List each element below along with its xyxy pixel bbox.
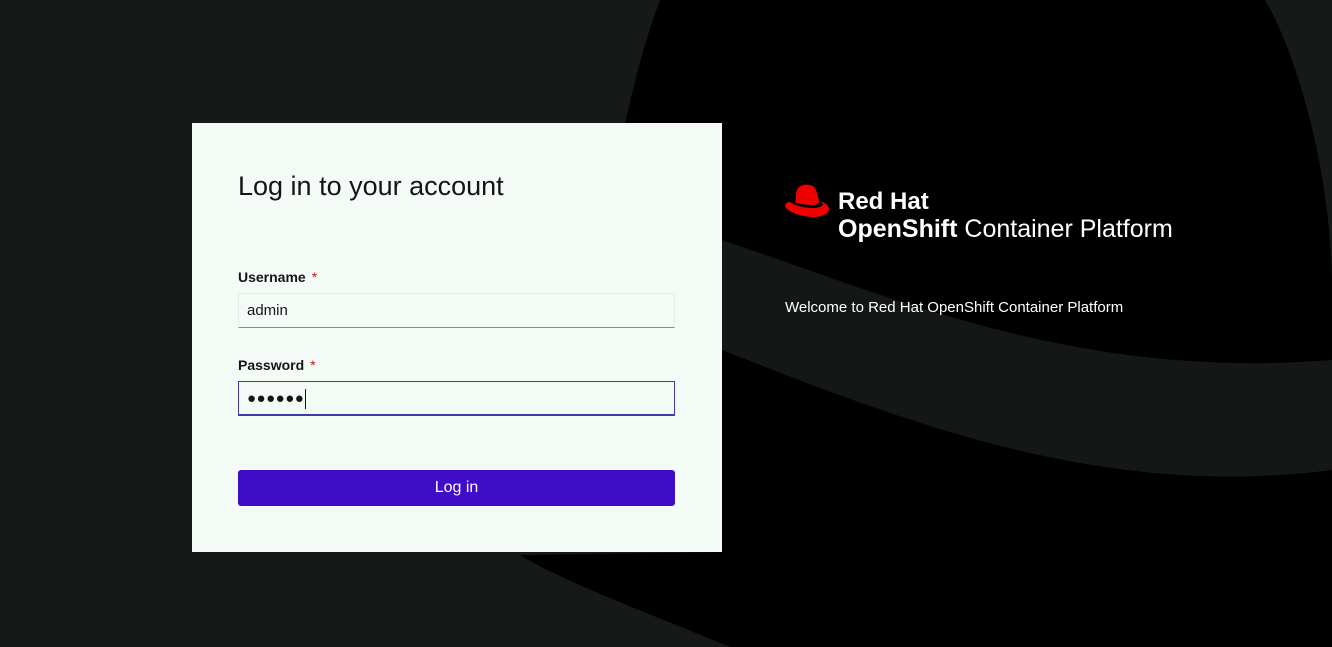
- password-label-text: Password: [238, 357, 305, 373]
- welcome-text: Welcome to Red Hat OpenShift Container P…: [785, 299, 1124, 316]
- password-input[interactable]: ●●●●●●: [238, 381, 675, 416]
- username-required-marker: *: [311, 269, 318, 285]
- brand-product-bold: OpenShift: [838, 215, 958, 243]
- login-card: Log in to your account Username * admin P…: [192, 123, 722, 552]
- username-value: admin: [247, 302, 288, 319]
- login-title: Log in to your account: [238, 171, 504, 201]
- login-button[interactable]: Log in: [238, 470, 675, 506]
- red-hat-logo-icon: [785, 184, 830, 217]
- password-label: Password *: [238, 357, 316, 373]
- password-masked-value: ●●●●●●: [247, 390, 305, 407]
- brand-company-name: Red Hat: [838, 188, 929, 215]
- password-required-marker: *: [310, 357, 316, 373]
- brand-product-rest: Container Platform: [957, 215, 1173, 243]
- username-label: Username *: [238, 269, 317, 285]
- brand-product-name: OpenShift Container Platform: [838, 215, 1173, 244]
- username-label-text: Username: [238, 269, 306, 285]
- text-caret: [305, 389, 307, 410]
- username-input[interactable]: admin: [238, 293, 675, 328]
